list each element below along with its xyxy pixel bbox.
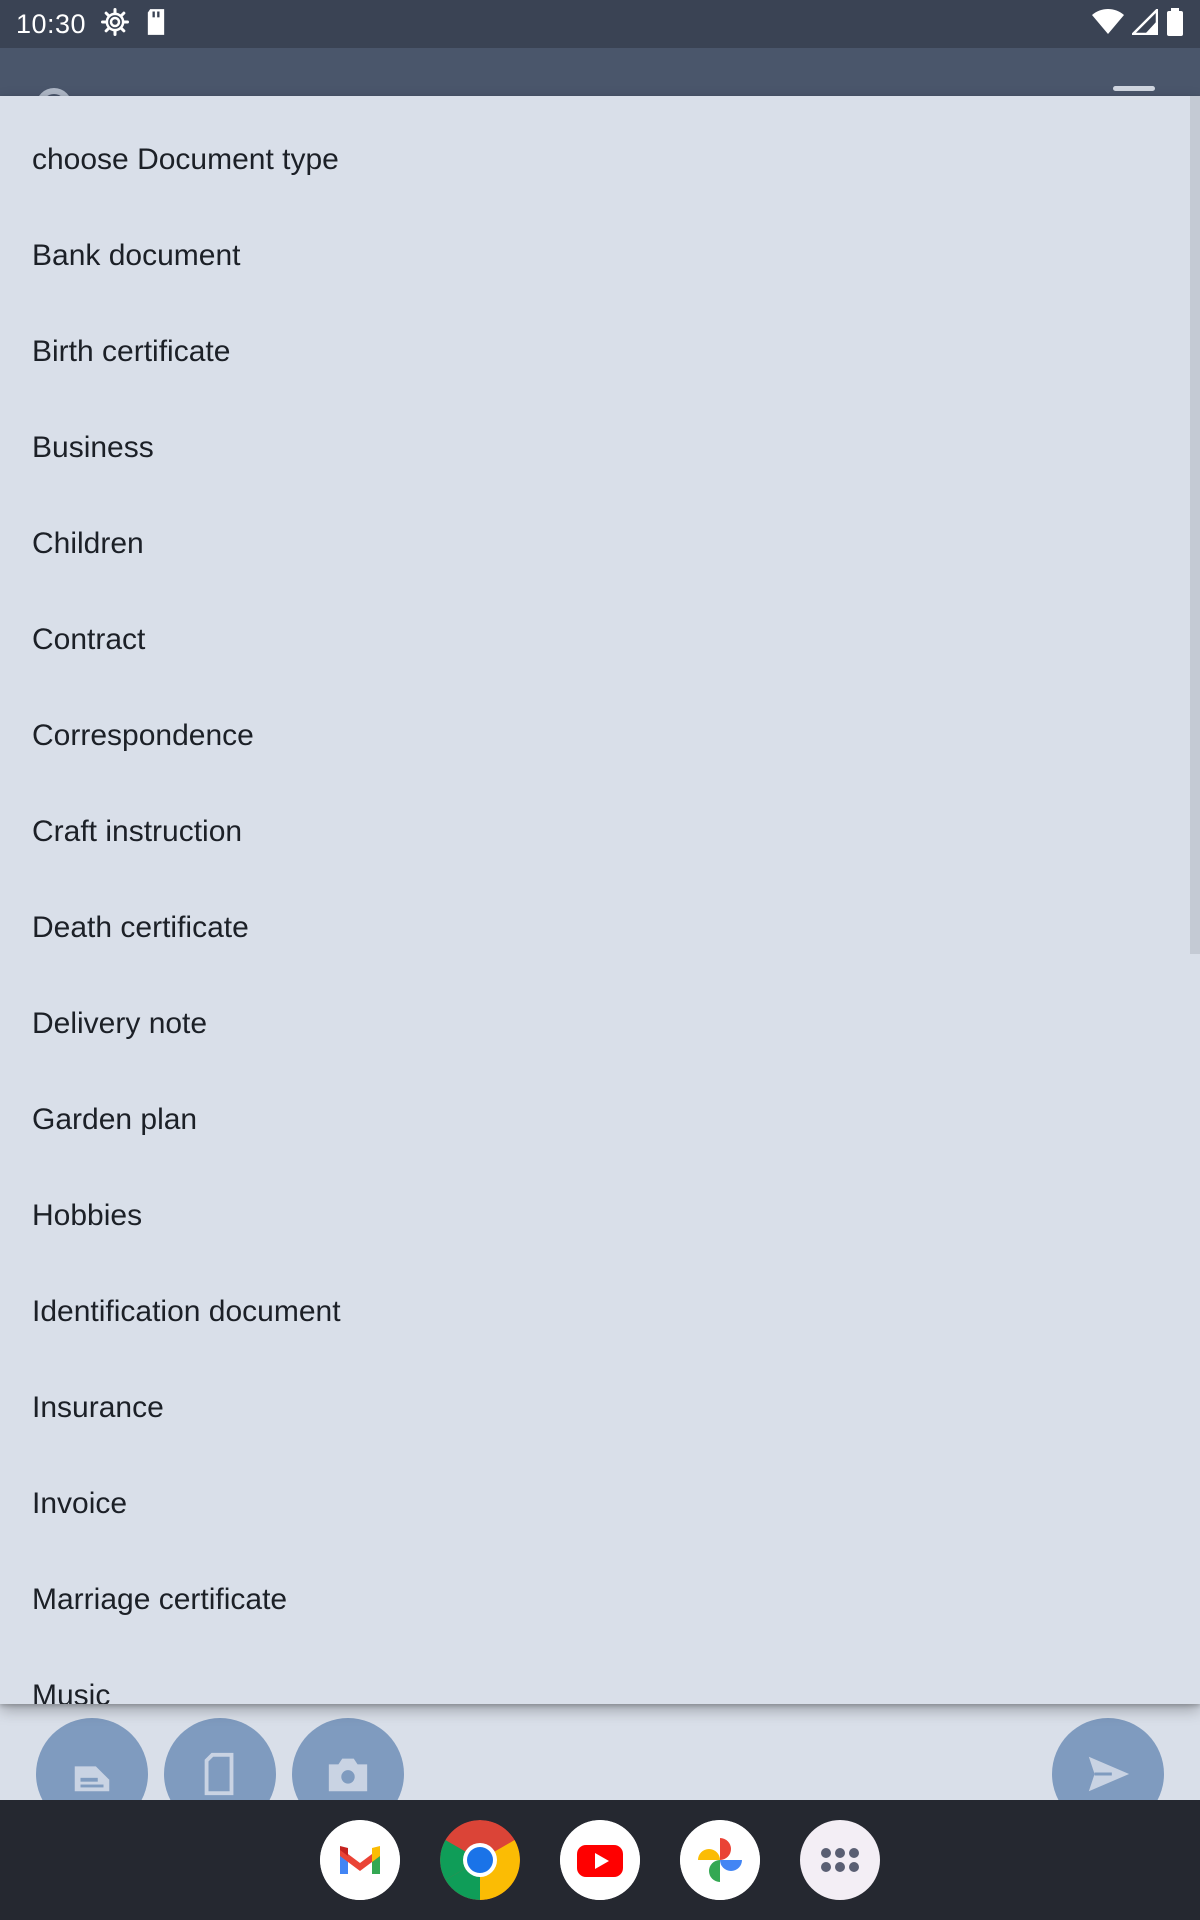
wifi-icon (1092, 8, 1124, 40)
gmail-icon[interactable] (320, 1820, 400, 1900)
app-drawer-icon[interactable] (800, 1820, 880, 1900)
dropdown-option[interactable]: Insurance (0, 1360, 1200, 1456)
taskbar-dock (0, 1800, 1200, 1920)
dropdown-options-list: choose Document type Bank document Birth c… (0, 112, 1200, 1704)
dropdown-option[interactable]: Business (0, 400, 1200, 496)
scan-icon (74, 1766, 110, 1792)
send-icon (1088, 1756, 1130, 1792)
dropdown-option[interactable]: Invoice (0, 1456, 1200, 1552)
dropdown-option[interactable]: Correspondence (0, 688, 1200, 784)
dropdown-option[interactable]: Garden plan (0, 1072, 1200, 1168)
dropdown-placeholder-option[interactable]: choose Document type (0, 112, 1200, 208)
dropdown-option[interactable]: Marriage certificate (0, 1552, 1200, 1648)
chrome-icon[interactable] (440, 1820, 520, 1900)
file-icon (204, 1752, 234, 1796)
status-bar: 10:30 (0, 0, 1200, 48)
dropdown-option[interactable]: Contract (0, 592, 1200, 688)
dropdown-option[interactable]: Identification document (0, 1264, 1200, 1360)
document-type-dropdown-menu[interactable]: choose Document type Bank document Birth c… (0, 96, 1200, 1704)
battery-icon (1166, 7, 1184, 41)
sd-card-icon (144, 8, 168, 41)
menu-scrollbar[interactable] (1190, 96, 1200, 954)
dropdown-option[interactable]: Craft instruction (0, 784, 1200, 880)
status-time: 10:30 (16, 8, 87, 39)
status-right (1092, 6, 1184, 41)
dropdown-option[interactable]: Bank document (0, 208, 1200, 304)
status-left: 10:30 (16, 7, 168, 42)
signal-icon (1129, 6, 1159, 40)
dropdown-option[interactable]: Children (0, 496, 1200, 592)
camera-icon (328, 1758, 368, 1792)
dropdown-option[interactable]: Music (0, 1648, 1200, 1704)
dropdown-option[interactable]: Death certificate (0, 880, 1200, 976)
settings-gear-icon (100, 7, 130, 42)
photos-icon[interactable] (680, 1820, 760, 1900)
dropdown-option[interactable]: Delivery note (0, 976, 1200, 1072)
dropdown-option[interactable]: Hobbies (0, 1168, 1200, 1264)
menu-icon (1113, 86, 1155, 91)
youtube-icon[interactable] (560, 1820, 640, 1900)
dropdown-option[interactable]: Birth certificate (0, 304, 1200, 400)
